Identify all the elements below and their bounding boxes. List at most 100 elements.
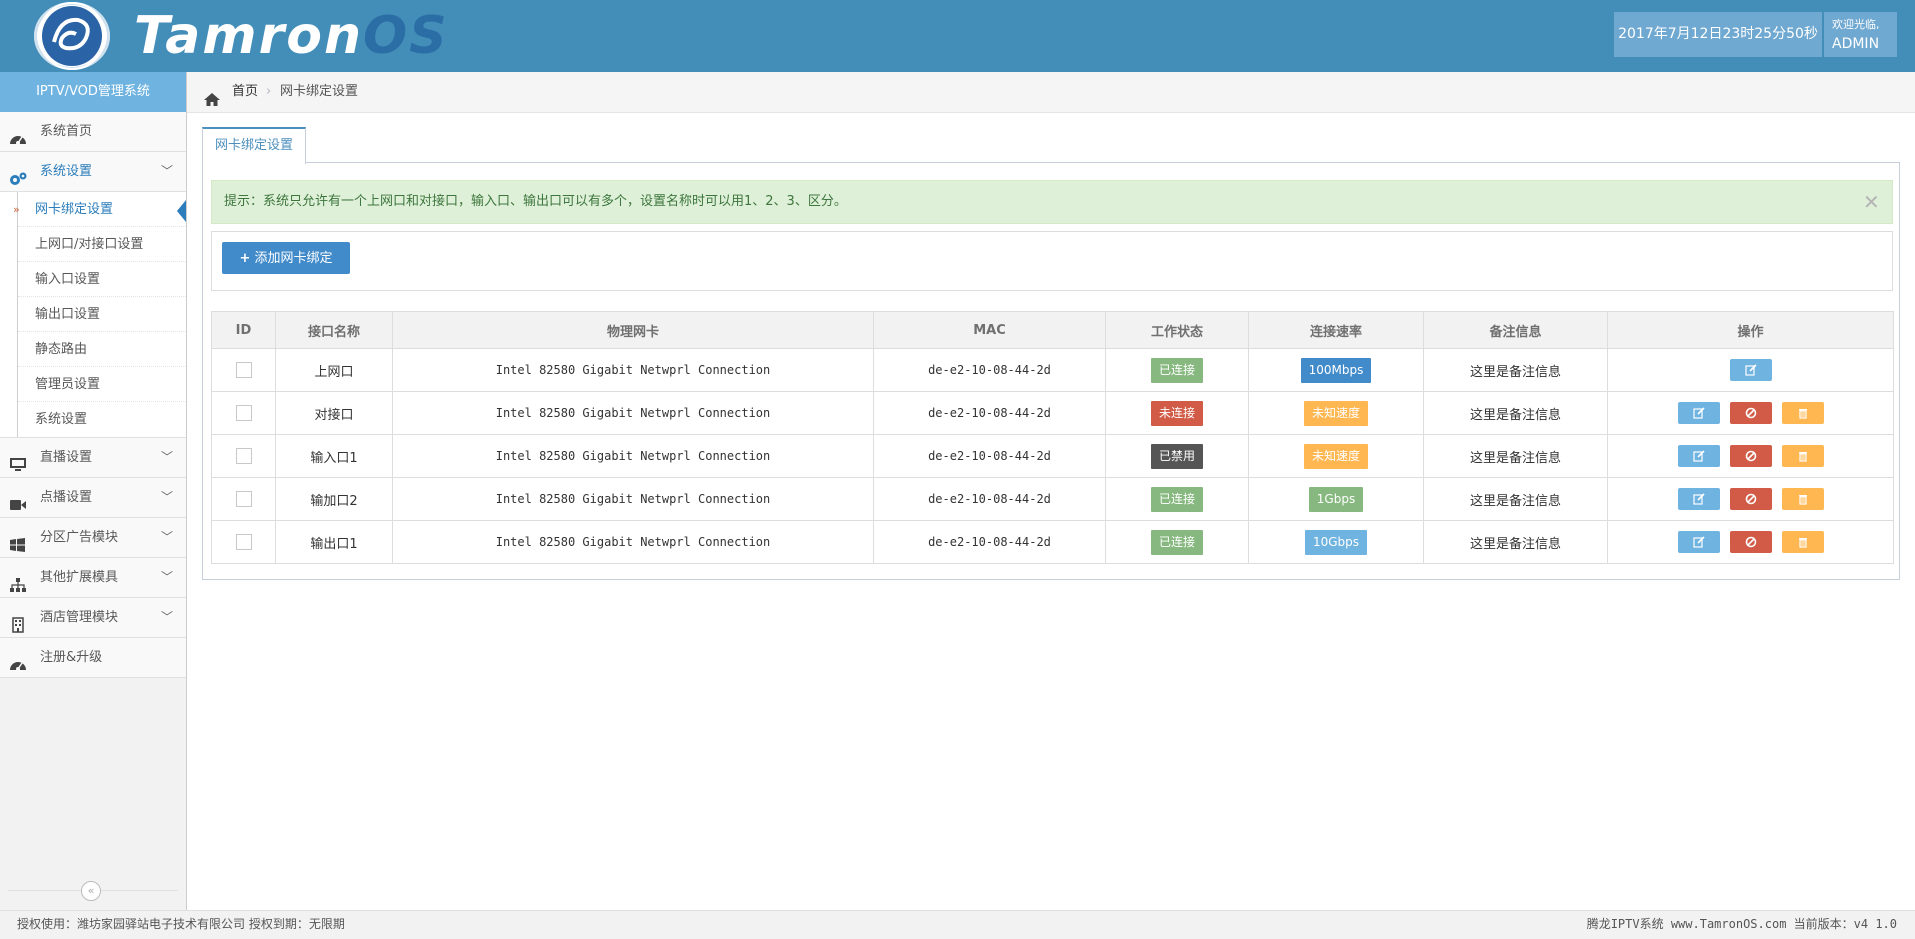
column-header[interactable]: 连接速率	[1248, 311, 1424, 349]
cell-speed: 10Gbps	[1248, 520, 1424, 564]
dashboard-icon	[9, 124, 27, 145]
table-row: 输加口2 Intel 82580 Gigabit Netwprl Connecti…	[211, 477, 1894, 521]
column-header[interactable]: 物理网卡	[392, 311, 874, 349]
column-header[interactable]: ID	[211, 311, 276, 349]
table-row: 对接口 Intel 82580 Gigabit Netwprl Connectio…	[211, 391, 1894, 435]
edit-button[interactable]	[1729, 359, 1772, 381]
sidebar-subitem-nic-binding[interactable]: » 网卡绑定设置	[13, 192, 186, 227]
sidebar-subitem-static-route[interactable]: 静态路由	[17, 332, 186, 367]
gears-icon	[9, 164, 27, 185]
breadcrumb-home[interactable]: 首页	[232, 72, 258, 112]
ban-button[interactable]	[1729, 445, 1772, 467]
cell-id	[211, 520, 276, 564]
ban-button[interactable]	[1729, 531, 1772, 553]
ban-button[interactable]	[1729, 402, 1772, 424]
user-menu[interactable]: 欢迎光临, ADMIN	[1824, 12, 1897, 57]
top-header: TamronOS 2017年7月12日23时25分50秒 欢迎光临, ADMIN	[0, 0, 1915, 72]
row-checkbox[interactable]	[235, 405, 252, 421]
cell-status: 已连接	[1105, 348, 1249, 392]
chevron-down-icon: ﹀	[161, 570, 174, 584]
sidebar-subitem-output-settings[interactable]: 输出口设置	[17, 297, 186, 332]
row-checkbox[interactable]	[235, 534, 252, 550]
trash-button[interactable]	[1781, 531, 1824, 553]
sidebar-item-home[interactable]: 系统首页	[0, 112, 186, 152]
column-header[interactable]: 备注信息	[1423, 311, 1608, 349]
home-icon[interactable]	[203, 84, 221, 124]
sidebar-item-hotel[interactable]: 酒店管理模块 ﹀	[0, 598, 186, 638]
sidebar-subitem-input-settings[interactable]: 输入口设置	[17, 262, 186, 297]
column-header[interactable]: MAC	[873, 311, 1106, 349]
table-row: 输入口1 Intel 82580 Gigabit Netwprl Connecti…	[211, 434, 1894, 478]
cell-actions	[1607, 477, 1894, 521]
speed-badge: 1Gbps	[1308, 486, 1364, 512]
sidebar-item-vod[interactable]: 点播设置 ﹀	[0, 478, 186, 518]
sidebar-item-live[interactable]: 直播设置 ﹀	[0, 438, 186, 478]
edit-button[interactable]	[1677, 402, 1720, 424]
video-camera-icon	[9, 490, 27, 510]
sidebar-item-ads[interactable]: 分区广告模块 ﹀	[0, 518, 186, 558]
plus-icon: +	[239, 251, 251, 266]
chevron-down-icon: ﹀	[161, 490, 174, 504]
edit-button[interactable]	[1677, 445, 1720, 467]
cell-note: 这里是备注信息	[1423, 391, 1608, 435]
edit-button[interactable]	[1677, 531, 1720, 553]
trash-button[interactable]	[1781, 488, 1824, 510]
sidebar-subitem-admin-settings[interactable]: 管理员设置	[17, 367, 186, 402]
cell-mac: de-e2-10-08-44-2d	[873, 391, 1106, 435]
nic-binding-table: ID 接口名称 物理网卡 MAC 工作状态 连接速率 备注信息 操作 上网口 In…	[211, 311, 1894, 564]
sidebar-item-register-upgrade[interactable]: 注册&升级	[0, 638, 186, 678]
ban-button[interactable]	[1729, 488, 1772, 510]
column-header[interactable]: 接口名称	[275, 311, 393, 349]
add-nic-binding-button[interactable]: + 添加网卡绑定	[222, 242, 350, 274]
row-checkbox[interactable]	[235, 362, 252, 378]
cell-interface-name: 输加口2	[275, 477, 393, 521]
cell-speed: 100Mbps	[1248, 348, 1424, 392]
logo	[34, 2, 110, 70]
chevron-down-icon: ﹀	[161, 450, 174, 464]
cell-physical-nic: Intel 82580 Gigabit Netwprl Connection	[392, 434, 874, 478]
cell-interface-name: 输入口1	[275, 434, 393, 478]
status-badge: 已连接	[1150, 357, 1203, 383]
table-header-row: ID 接口名称 物理网卡 MAC 工作状态 连接速率 备注信息 操作	[211, 311, 1894, 349]
cell-note: 这里是备注信息	[1423, 477, 1608, 521]
row-checkbox[interactable]	[235, 491, 252, 507]
trash-button[interactable]	[1781, 445, 1824, 467]
chevron-down-icon: ﹀	[161, 610, 174, 624]
cell-interface-name: 上网口	[275, 348, 393, 392]
cell-actions	[1607, 348, 1894, 392]
speed-badge: 未知速度	[1303, 443, 1368, 469]
cell-id	[211, 391, 276, 435]
sidebar-subitem-uplink-settings[interactable]: 上网口/对接口设置	[17, 227, 186, 262]
cell-status: 未连接	[1105, 391, 1249, 435]
cell-interface-name: 对接口	[275, 391, 393, 435]
tab-nic-binding[interactable]: 网卡绑定设置	[202, 127, 306, 164]
chevron-down-icon: ﹀	[161, 164, 174, 178]
cell-id	[211, 348, 276, 392]
windows-icon	[9, 530, 27, 552]
building-icon	[9, 610, 27, 633]
column-header[interactable]: 工作状态	[1105, 311, 1249, 349]
speed-badge: 100Mbps	[1300, 357, 1372, 383]
alert-text: 提示：系统只允许有一个上网口和对接口，输入口、输出口可以有多个，设置名称时可以用…	[224, 194, 847, 209]
double-chevron-left-icon[interactable]: «	[81, 881, 101, 901]
cell-actions	[1607, 434, 1894, 478]
brand-title: TamronOS	[134, 6, 449, 66]
dashboard-icon	[9, 650, 27, 671]
cell-status: 已禁用	[1105, 434, 1249, 478]
cell-mac: de-e2-10-08-44-2d	[873, 520, 1106, 564]
sidebar-item-extensions[interactable]: 其他扩展模具 ﹀	[0, 558, 186, 598]
trash-button[interactable]	[1781, 402, 1824, 424]
close-icon[interactable]: ✕	[1863, 181, 1880, 223]
edit-button[interactable]	[1677, 488, 1720, 510]
toolbar: + 添加网卡绑定	[211, 231, 1893, 291]
sidebar-item-system-settings[interactable]: 系统设置 ﹀	[0, 152, 186, 192]
row-checkbox[interactable]	[235, 448, 252, 464]
info-alert: 提示：系统只允许有一个上网口和对接口，输入口、输出口可以有多个，设置名称时可以用…	[211, 180, 1893, 224]
datetime-display: 2017年7月12日23时25分50秒	[1614, 12, 1822, 57]
cell-interface-name: 输出口1	[275, 520, 393, 564]
version-info: 腾龙IPTV系统 www.TamronOS.com 当前版本：v4 1.0	[1586, 917, 1897, 931]
status-badge: 未连接	[1150, 400, 1203, 426]
cell-speed: 未知速度	[1248, 434, 1424, 478]
sitemap-icon	[9, 570, 27, 592]
sidebar-subitem-system[interactable]: 系统设置	[17, 402, 186, 437]
